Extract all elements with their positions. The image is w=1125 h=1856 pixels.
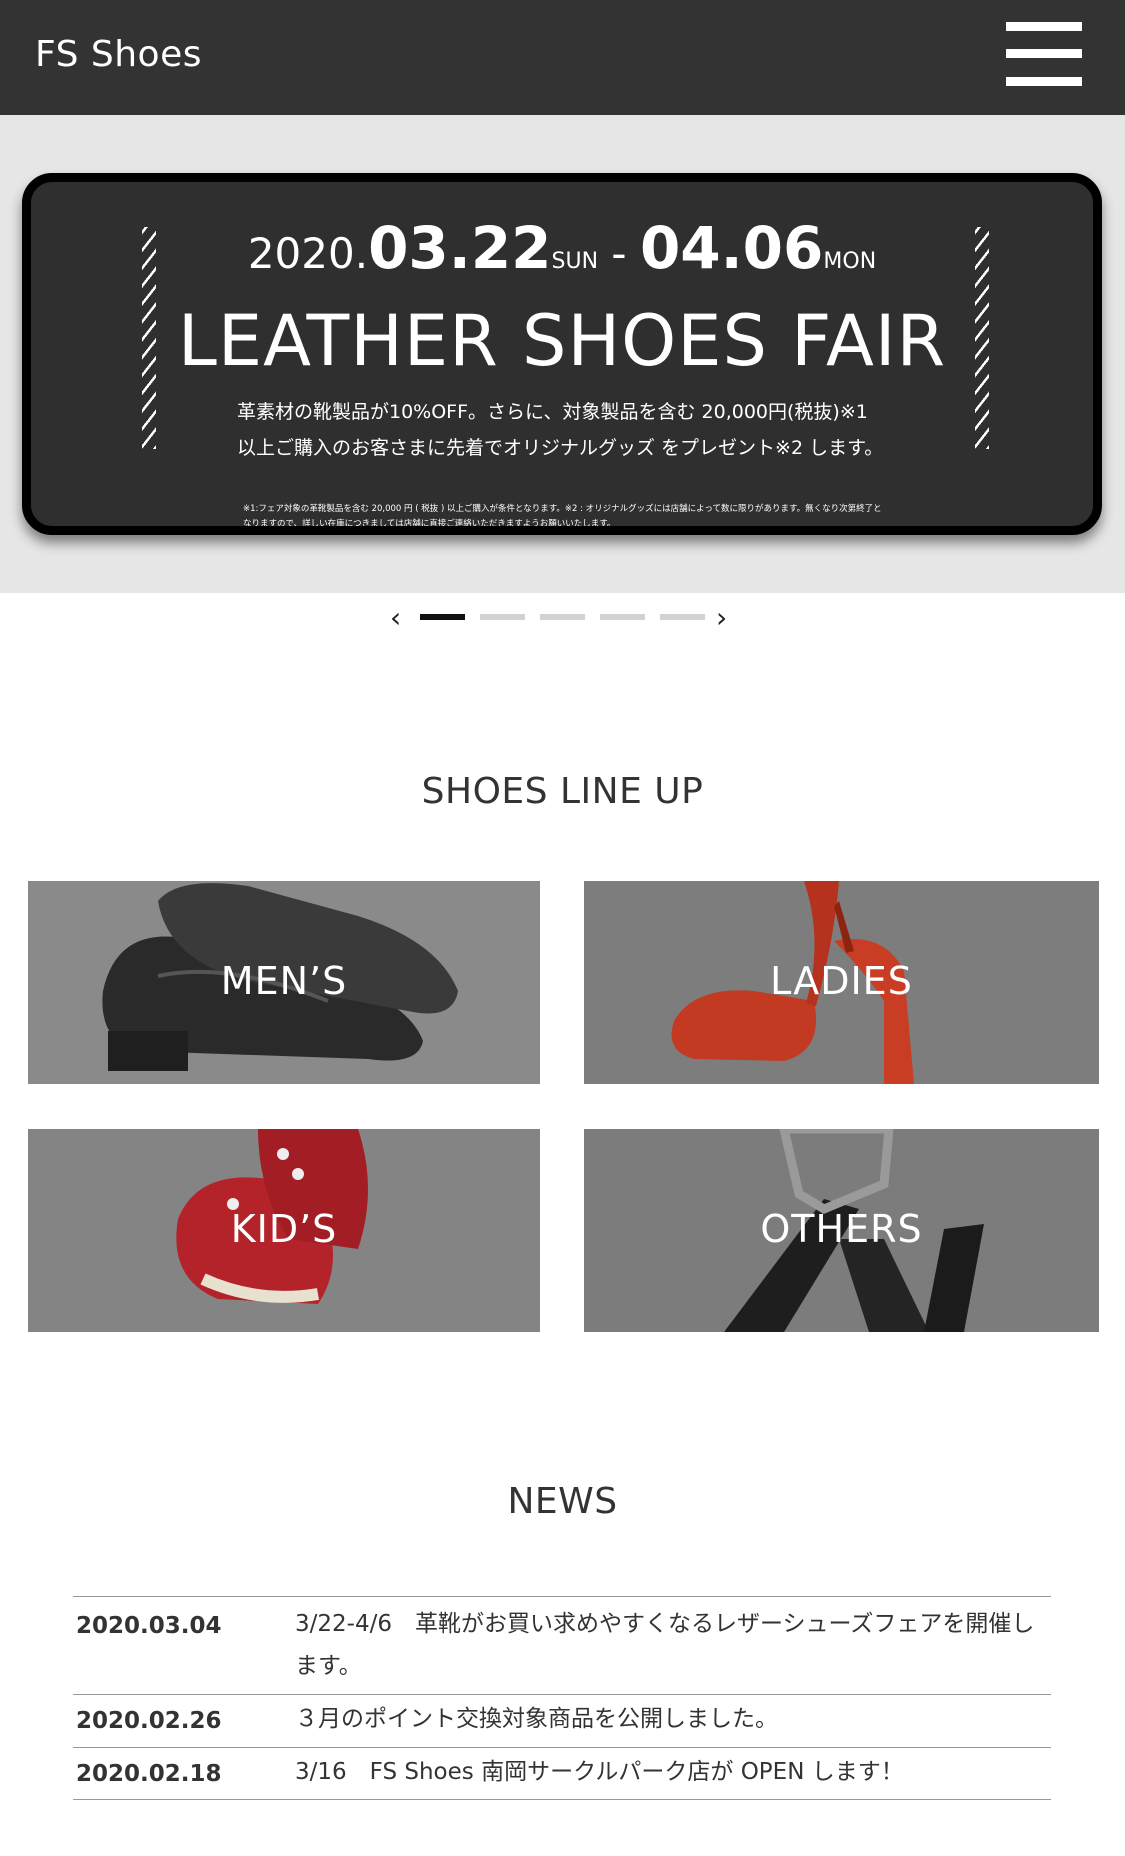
chevron-right-icon[interactable]: › xyxy=(716,604,727,632)
news-date: 2020.03.04 xyxy=(76,1613,222,1639)
news-item[interactable]: 2020.02.26 ３月のポイント交換対象商品を公開しました。 xyxy=(73,1694,1051,1748)
news-item[interactable]: 2020.03.04 3/22-4/6 革靴がお買い求めやすくなるレザーシューズ… xyxy=(73,1596,1051,1694)
fair-start-dow: SUN xyxy=(551,249,599,274)
category-card-ladies[interactable]: LADIES xyxy=(584,881,1099,1084)
fair-footnote: ※1:フェア対象の革靴製品を含む 20,000 円 ( 税抜 ) 以上ご購入が条… xyxy=(243,504,882,529)
menu-bar xyxy=(1006,49,1082,58)
fair-start-date: 03.22 xyxy=(368,214,552,282)
fair-description-line2: 以上ご購入のお客さまに先着でオリジナルグッズ をプレゼント※2 します。 xyxy=(237,437,884,459)
category-label: OTHERS xyxy=(760,1207,923,1251)
hero-banner[interactable]: 2020.03.22SUN - 04.06MON LEATHER SHOES F… xyxy=(22,173,1102,535)
news-date: 2020.02.26 xyxy=(76,1708,222,1734)
carousel-dot[interactable] xyxy=(660,614,705,620)
news-text[interactable]: 3/16 FS Shoes 南岡サークルパーク店が OPEN します！ xyxy=(295,1751,1035,1793)
carousel-dot[interactable] xyxy=(600,614,645,620)
category-card-mens[interactable]: MEN’S xyxy=(28,881,540,1084)
news-item[interactable]: 2020.02.18 3/16 FS Shoes 南岡サークルパーク店が OPE… xyxy=(73,1747,1051,1799)
fair-end-dow: MON xyxy=(823,249,877,274)
news-title: NEWS xyxy=(507,1481,618,1522)
hero-carousel: 2020.03.22SUN - 04.06MON LEATHER SHOES F… xyxy=(0,115,1125,593)
hamburger-icon[interactable] xyxy=(1006,22,1082,86)
site-header: FS Shoes xyxy=(0,0,1125,115)
fair-start-year: 2020. xyxy=(247,229,369,278)
fair-title: LEATHER SHOES FAIR xyxy=(177,300,947,382)
site-logo[interactable]: FS Shoes xyxy=(35,34,202,75)
fair-description-line1: 革素材の靴製品が10%OFF。さらに、対象製品を含む 20,000円(税抜)※1 xyxy=(237,401,868,423)
menu-bar xyxy=(1006,22,1082,31)
fair-end-date: 04.06 xyxy=(639,214,824,282)
date-separator: - xyxy=(598,229,640,278)
news-text[interactable]: 3/22-4/6 革靴がお買い求めやすくなるレザーシューズフェアを開催します。 xyxy=(295,1603,1035,1687)
news-text[interactable]: ３月のポイント交換対象商品を公開しました。 xyxy=(295,1698,1035,1740)
category-label: KID’S xyxy=(230,1207,338,1251)
lineup-title: SHOES LINE UP xyxy=(421,771,704,812)
chevron-left-icon[interactable]: ‹ xyxy=(390,604,401,632)
carousel-dot[interactable] xyxy=(480,614,525,620)
carousel-dot[interactable] xyxy=(420,614,465,620)
news-divider xyxy=(73,1799,1051,1800)
category-label: LADIES xyxy=(770,959,913,1003)
category-card-others[interactable]: OTHERS xyxy=(584,1129,1099,1332)
carousel-pager: ‹ › xyxy=(0,602,1125,636)
news-date: 2020.02.18 xyxy=(76,1761,222,1787)
carousel-dot[interactable] xyxy=(540,614,585,620)
menu-bar xyxy=(1006,77,1082,86)
fair-date-range: 2020.03.22SUN - 04.06MON xyxy=(31,214,1093,282)
category-card-kids[interactable]: KID’S xyxy=(28,1129,540,1332)
category-label: MEN’S xyxy=(220,959,348,1003)
